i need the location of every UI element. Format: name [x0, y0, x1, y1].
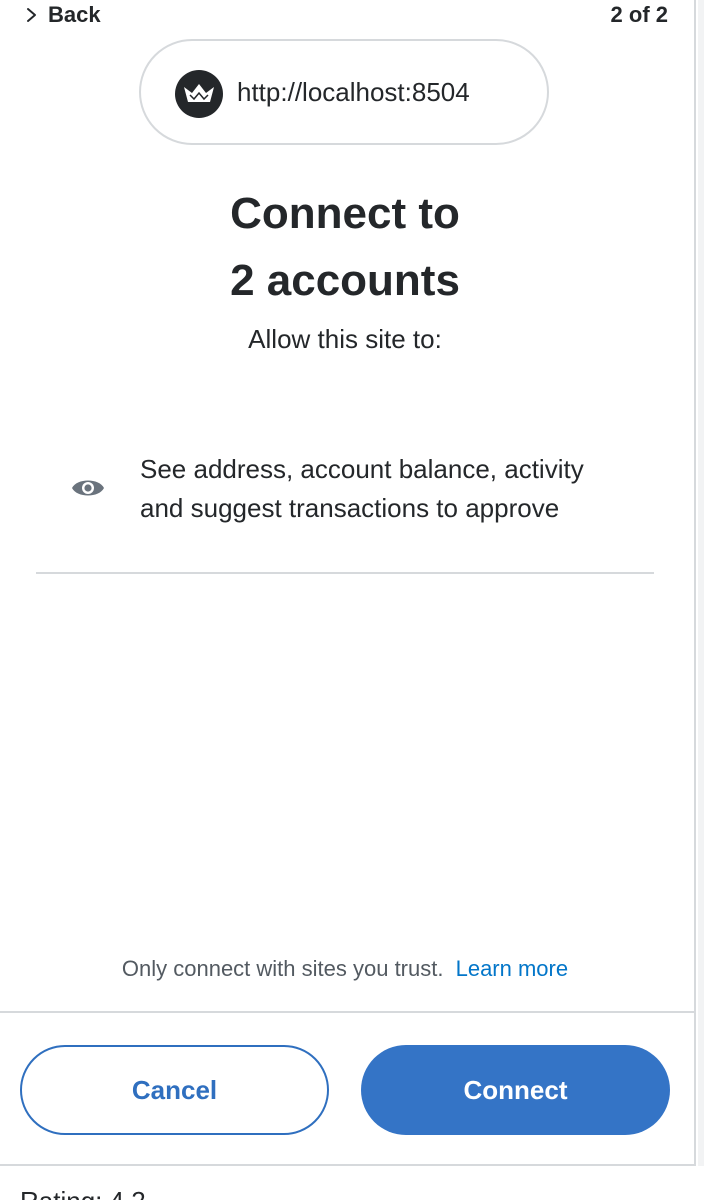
edge-mark: ⋮	[698, 1100, 704, 1121]
site-origin-pill: http://localhost:8504	[139, 39, 549, 145]
permission-description: See address, account balance, activity a…	[140, 450, 670, 528]
permissions-subtitle: Allow this site to:	[248, 324, 442, 354]
connect-popup: Back 2 of 2 http://localhost:8504 Connec…	[0, 0, 696, 1166]
trust-text: Only connect with sites you trust.	[121, 956, 444, 981]
crown-icon	[175, 70, 223, 118]
footer-divider	[0, 1011, 696, 1013]
connect-button[interactable]: Connect	[361, 1045, 670, 1135]
eye-icon	[71, 474, 105, 502]
learn-more-link[interactable]: Learn more	[456, 956, 569, 981]
back-button[interactable]: Back	[26, 2, 101, 28]
underlying-page-text: Rating: 4.2	[20, 1186, 146, 1200]
back-label: Back	[48, 2, 101, 27]
permission-line-2: and suggest transactions to approve	[140, 493, 560, 523]
trust-notice: Only connect with sites you trust. Learn…	[0, 956, 690, 982]
page: Rating: 4.2 Back 2 of 2 http://localhost…	[0, 0, 704, 1200]
permission-line-1: See address, account balance, activity	[140, 454, 584, 484]
page-counter: 2 of 2	[610, 2, 668, 27]
page-title-line-1: Connect to	[230, 189, 460, 238]
chevron-right-icon	[26, 7, 38, 23]
page-title-line-2: 2 accounts	[230, 256, 460, 305]
cancel-button[interactable]: Cancel	[20, 1045, 329, 1135]
site-url: http://localhost:8504	[237, 77, 470, 107]
window-edge	[698, 0, 704, 1166]
divider	[36, 572, 654, 574]
